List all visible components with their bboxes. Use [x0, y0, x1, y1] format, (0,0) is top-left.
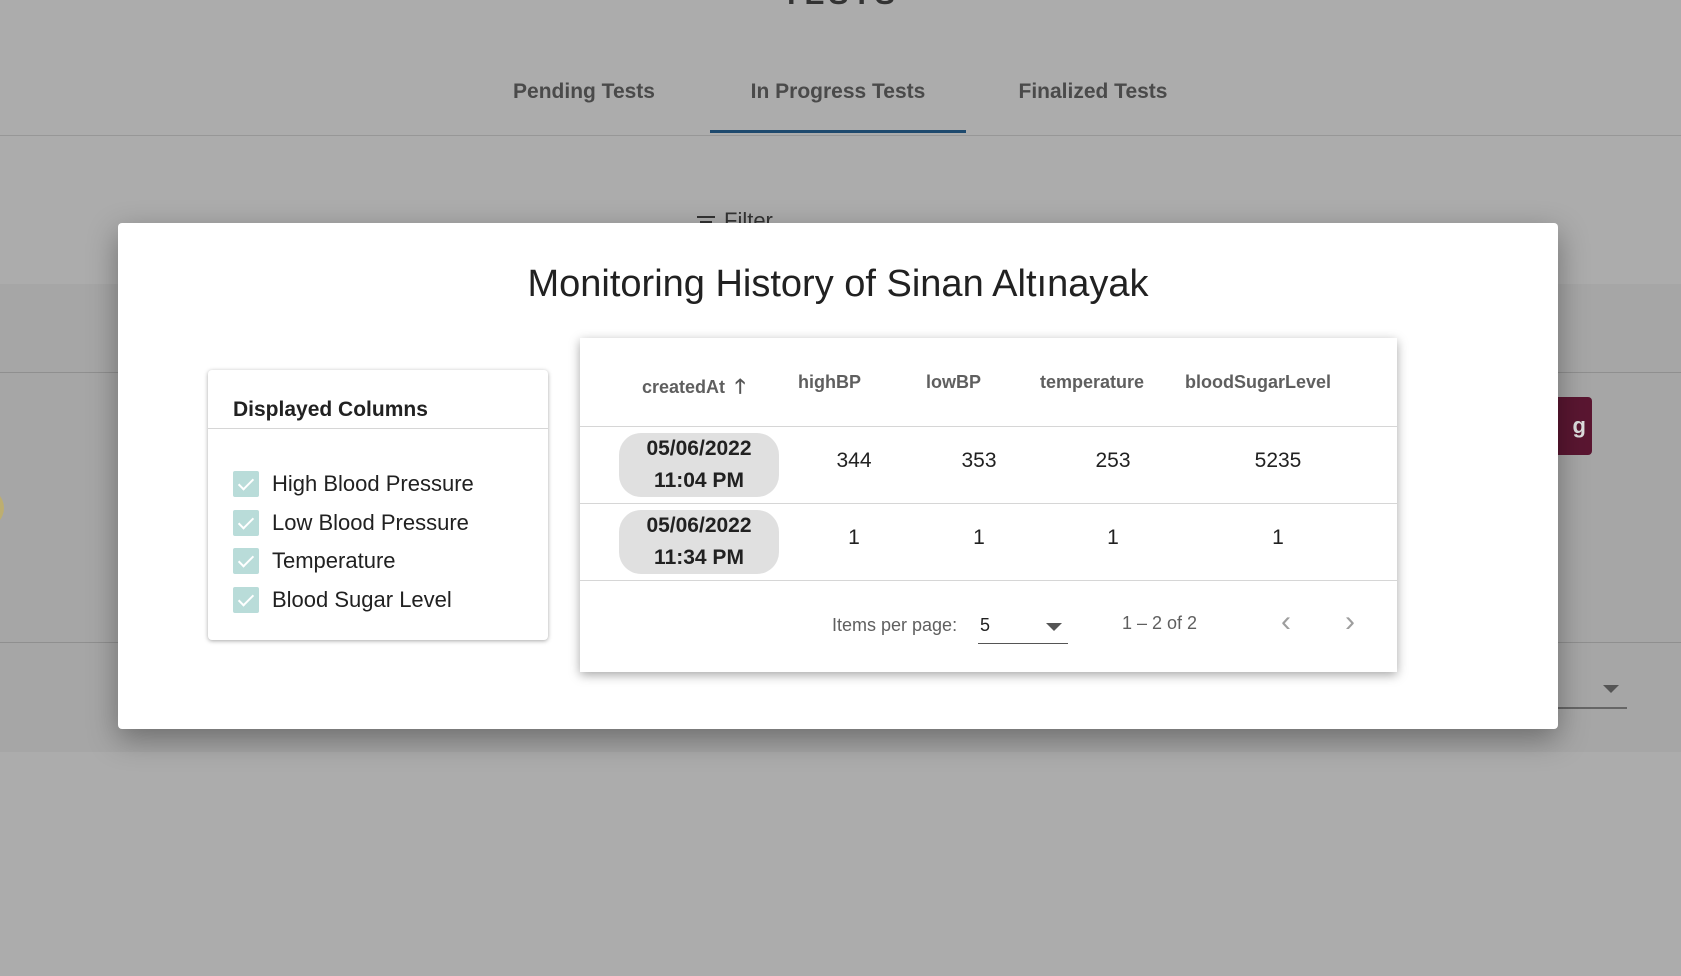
page-range-label: 1 – 2 of 2	[1122, 613, 1198, 633]
table-header-row: createdAt 🡑 highBP lowBP temperature bloo…	[580, 338, 1397, 427]
header-low-bp[interactable]: lowBP	[926, 372, 981, 393]
cell-temperature: 253	[1095, 449, 1131, 472]
cell-low-bp: 1	[973, 526, 985, 549]
checkbox-checked-icon[interactable]	[233, 586, 259, 613]
page-size-value: 5	[980, 615, 991, 635]
checkbox-checked-icon[interactable]	[233, 509, 259, 536]
tab-finalized-tests[interactable]: Finalized Tests	[1005, 80, 1181, 104]
cell-temperature: 1	[1107, 526, 1119, 549]
column-option-low-blood-pressure[interactable]: Low Blood Pressure	[233, 504, 548, 543]
page-size-select[interactable]: 5	[978, 605, 1068, 644]
background-select[interactable]	[1555, 707, 1627, 709]
created-at-time: 11:34 PM	[654, 546, 744, 569]
column-option-label: Low Blood Pressure	[272, 509, 469, 535]
column-option-blood-sugar-level[interactable]: Blood Sugar Level	[233, 581, 548, 620]
monitoring-history-dialog: Monitoring History of Sinan Altınayak Di…	[118, 223, 1558, 729]
chevron-right-icon[interactable]: ›	[1335, 607, 1365, 639]
column-option-label: High Blood Pressure	[272, 471, 474, 497]
arrow-up-icon: 🡑	[735, 376, 746, 398]
active-tab-indicator	[710, 130, 966, 133]
cell-blood-sugar-level: 5235	[1254, 449, 1302, 472]
paginator: Items per page: 5 1 – 2 of 2 ‹ ›	[580, 581, 1397, 671]
created-at-chip: 05/06/2022 11:04 PM	[619, 433, 779, 497]
checkbox-checked-icon[interactable]	[233, 471, 259, 498]
created-at-date: 05/06/2022	[646, 437, 752, 460]
chevron-left-icon[interactable]: ‹	[1271, 607, 1301, 639]
table-row: 05/06/2022 11:04 PM 344 353 253 5235	[580, 427, 1397, 504]
tab-pending-tests[interactable]: Pending Tests	[500, 80, 668, 104]
column-option-label: Temperature	[272, 548, 396, 574]
checkbox-checked-icon[interactable]	[233, 548, 259, 575]
cell-high-bp: 1	[848, 526, 860, 549]
table-row: 05/06/2022 11:34 PM 1 1 1 1	[580, 504, 1397, 581]
cell-blood-sugar-level: 1	[1272, 526, 1284, 549]
header-created-at[interactable]: createdAt 🡑	[642, 372, 745, 406]
chevron-down-icon	[1603, 685, 1619, 693]
created-at-time: 11:04 PM	[654, 469, 744, 492]
dialog-title: Monitoring History of Sinan Altınayak	[527, 263, 1149, 305]
items-per-page-label: Items per page:	[832, 615, 958, 635]
column-checkbox-list: High Blood Pressure Low Blood Pressure T…	[208, 429, 548, 619]
tab-in-progress-tests[interactable]: In Progress Tests	[710, 80, 966, 104]
chevron-down-icon	[1046, 623, 1062, 631]
header-high-bp[interactable]: highBP	[798, 372, 861, 393]
created-at-chip: 05/06/2022 11:34 PM	[619, 510, 779, 574]
created-at-date: 05/06/2022	[646, 514, 752, 537]
header-temperature[interactable]: temperature	[1040, 372, 1144, 393]
header-blood-sugar-level[interactable]: bloodSugarLevel	[1185, 372, 1331, 393]
column-option-label: Blood Sugar Level	[272, 586, 452, 612]
page-title: TESTS	[0, 0, 1681, 12]
tab-bar: Pending Tests In Progress Tests Finalize…	[0, 60, 1681, 136]
displayed-columns-heading: Displayed Columns	[208, 370, 548, 429]
history-table-card: createdAt 🡑 highBP lowBP temperature bloo…	[580, 338, 1397, 672]
column-option-temperature[interactable]: Temperature	[233, 542, 548, 581]
cell-high-bp: 344	[836, 449, 872, 472]
displayed-columns-card: Displayed Columns High Blood Pressure Lo…	[208, 370, 548, 640]
cell-low-bp: 353	[961, 449, 997, 472]
column-option-high-blood-pressure[interactable]: High Blood Pressure	[233, 465, 548, 504]
